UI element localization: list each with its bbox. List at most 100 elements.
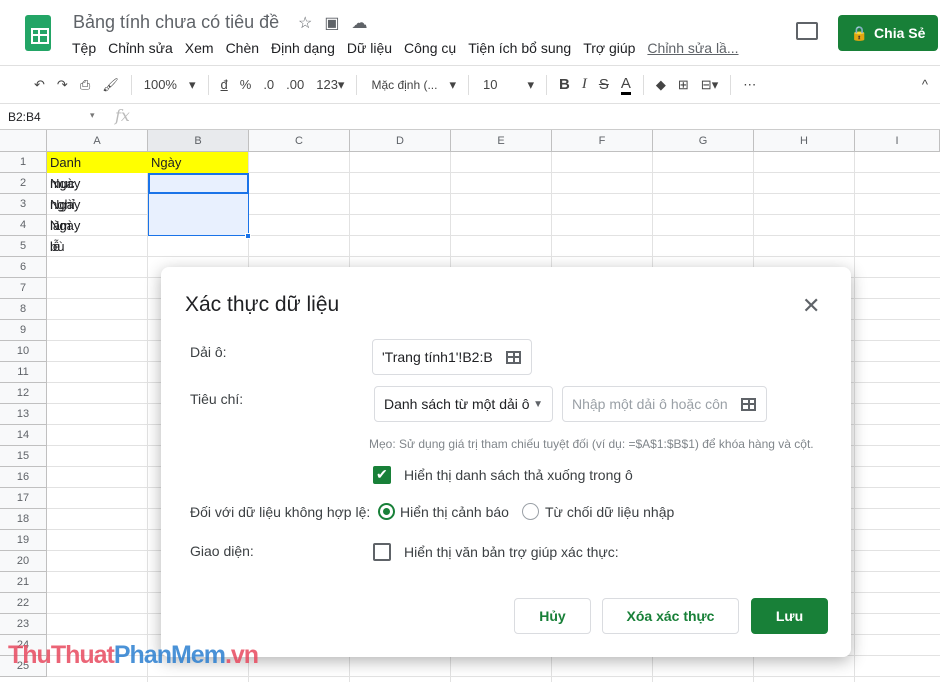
doc-title[interactable]: Bảng tính chưa có tiêu đề <box>73 12 279 33</box>
range-input[interactable]: 'Trang tính1'!B2:B <box>372 339 532 375</box>
help-text-checkbox[interactable] <box>373 543 391 561</box>
row-header[interactable]: 3 <box>0 194 47 215</box>
more-formats-button[interactable]: 123▾ <box>316 77 344 93</box>
active-cell[interactable] <box>148 173 249 194</box>
row-header[interactable]: 18 <box>0 509 47 530</box>
menu-format[interactable]: Định dạng <box>271 40 335 56</box>
row-header[interactable]: 19 <box>0 530 47 551</box>
fill-handle[interactable] <box>245 233 251 239</box>
row-header[interactable]: 2 <box>0 173 47 194</box>
remove-validation-button[interactable]: Xóa xác thực <box>602 598 739 634</box>
row-header[interactable]: 22 <box>0 593 47 614</box>
row-header[interactable]: 23 <box>0 614 47 635</box>
column-header[interactable]: C <box>249 130 350 152</box>
row-header[interactable]: 20 <box>0 551 47 572</box>
column-header[interactable]: I <box>855 130 940 152</box>
menu-edit[interactable]: Chỉnh sửa <box>108 40 173 56</box>
cell-b1[interactable]: Ngày <box>148 152 181 173</box>
column-header[interactable]: G <box>653 130 754 152</box>
row-header[interactable]: 8 <box>0 299 47 320</box>
row-header[interactable]: 17 <box>0 488 47 509</box>
row-header[interactable]: 11 <box>0 362 47 383</box>
collapse-icon[interactable]: ^ <box>922 77 928 92</box>
share-button[interactable]: 🔒 Chia Sẻ <box>838 15 938 51</box>
row-header[interactable]: 7 <box>0 278 47 299</box>
select-range-icon[interactable] <box>506 350 521 364</box>
row-header[interactable]: 6 <box>0 257 47 278</box>
decrease-decimal-button[interactable]: .0 <box>263 77 274 92</box>
column-header[interactable]: D <box>350 130 451 152</box>
close-icon[interactable]: ✕ <box>802 293 820 319</box>
cell-a2[interactable]: Ngày nghỉ <box>47 173 80 212</box>
italic-button[interactable]: I <box>582 76 587 93</box>
criteria-select[interactable]: Danh sách từ một dải ô ▼ <box>374 386 553 422</box>
row-header[interactable]: 10 <box>0 341 47 362</box>
menu-insert[interactable]: Chèn <box>226 40 259 56</box>
select-all-corner[interactable] <box>0 130 47 152</box>
radio-show-warning[interactable] <box>378 503 395 520</box>
column-header[interactable]: E <box>451 130 552 152</box>
zoom-select[interactable]: 100% <box>144 77 177 92</box>
chevron-down-icon[interactable]: ▾ <box>449 77 456 93</box>
row-header[interactable]: 14 <box>0 425 47 446</box>
star-icon[interactable]: ☆ <box>298 13 312 33</box>
row-header[interactable]: 16 <box>0 467 47 488</box>
redo-icon[interactable]: ↷ <box>57 77 68 93</box>
check-icon: ✔ <box>376 466 388 482</box>
print-icon[interactable]: ⎙ <box>80 77 90 93</box>
criteria-range-input[interactable]: Nhập một dải ô hoặc côn <box>562 386 767 422</box>
borders-icon[interactable]: ⊞ <box>678 77 689 93</box>
cell-a1[interactable]: Danh mục <box>47 152 81 191</box>
font-size-select[interactable]: 10 <box>483 77 497 92</box>
paint-format-icon[interactable]: 🖌 <box>102 77 119 93</box>
last-edit-link[interactable]: Chỉnh sửa lầ... <box>647 40 738 56</box>
row-header[interactable]: 4 <box>0 215 47 236</box>
row-header[interactable]: 9 <box>0 320 47 341</box>
column-header[interactable]: H <box>754 130 855 152</box>
cancel-button[interactable]: Hủy <box>514 598 591 634</box>
chevron-down-icon[interactable]: ▾ <box>527 77 534 93</box>
chevron-down-icon[interactable]: ▾ <box>189 77 196 93</box>
merge-cells-icon[interactable]: ⊟▾ <box>701 77 718 93</box>
more-icon[interactable]: ⋯ <box>743 77 756 93</box>
show-dropdown-checkbox[interactable]: ✔ <box>373 466 391 484</box>
text-color-button[interactable]: A <box>620 75 631 95</box>
row-header[interactable]: 13 <box>0 404 47 425</box>
cell-a4[interactable]: Ngày lễ <box>47 215 80 254</box>
column-header[interactable]: F <box>552 130 653 152</box>
bold-button[interactable]: B <box>559 76 570 93</box>
cloud-status-icon[interactable]: ☁ <box>351 13 367 33</box>
sheets-logo-icon[interactable] <box>25 15 51 51</box>
cell-a3[interactable]: Ngày làm bù <box>47 194 80 254</box>
menu-file[interactable]: Tệp <box>72 40 96 56</box>
formula-input[interactable] <box>138 104 938 129</box>
column-header[interactable]: B <box>148 130 249 152</box>
menu-help[interactable]: Trợ giúp <box>583 40 635 56</box>
move-folder-icon[interactable]: ▣ <box>324 13 339 33</box>
percent-button[interactable]: % <box>240 77 252 92</box>
menu-bar: Tệp Chỉnh sửa Xem Chèn Định dạng Dữ liệu… <box>72 40 739 56</box>
row-header[interactable]: 5 <box>0 236 47 257</box>
fx-icon: fx <box>115 106 130 125</box>
menu-addons[interactable]: Tiện ích bổ sung <box>468 40 571 56</box>
strikethrough-button[interactable]: S <box>599 76 609 93</box>
increase-decimal-button[interactable]: .00 <box>286 77 304 92</box>
row-header[interactable]: 15 <box>0 446 47 467</box>
column-header[interactable]: A <box>47 130 148 152</box>
menu-view[interactable]: Xem <box>185 40 214 56</box>
save-button[interactable]: Lưu <box>751 598 828 634</box>
radio-reject-input[interactable] <box>522 503 539 520</box>
undo-icon[interactable]: ↶ <box>34 77 45 93</box>
row-header[interactable]: 1 <box>0 152 47 173</box>
menu-data[interactable]: Dữ liệu <box>347 40 392 56</box>
currency-button[interactable]: đ <box>221 77 228 92</box>
chevron-down-icon[interactable]: ▾ <box>90 110 95 121</box>
name-box[interactable]: B2:B4 <box>8 110 41 124</box>
menu-tools[interactable]: Công cụ <box>404 40 456 56</box>
select-range-icon[interactable] <box>741 397 756 411</box>
fill-color-icon[interactable]: ◆ <box>656 77 666 93</box>
comment-icon[interactable] <box>796 22 818 40</box>
font-select[interactable]: Mặc định (... <box>371 78 437 92</box>
row-header[interactable]: 21 <box>0 572 47 593</box>
row-header[interactable]: 12 <box>0 383 47 404</box>
